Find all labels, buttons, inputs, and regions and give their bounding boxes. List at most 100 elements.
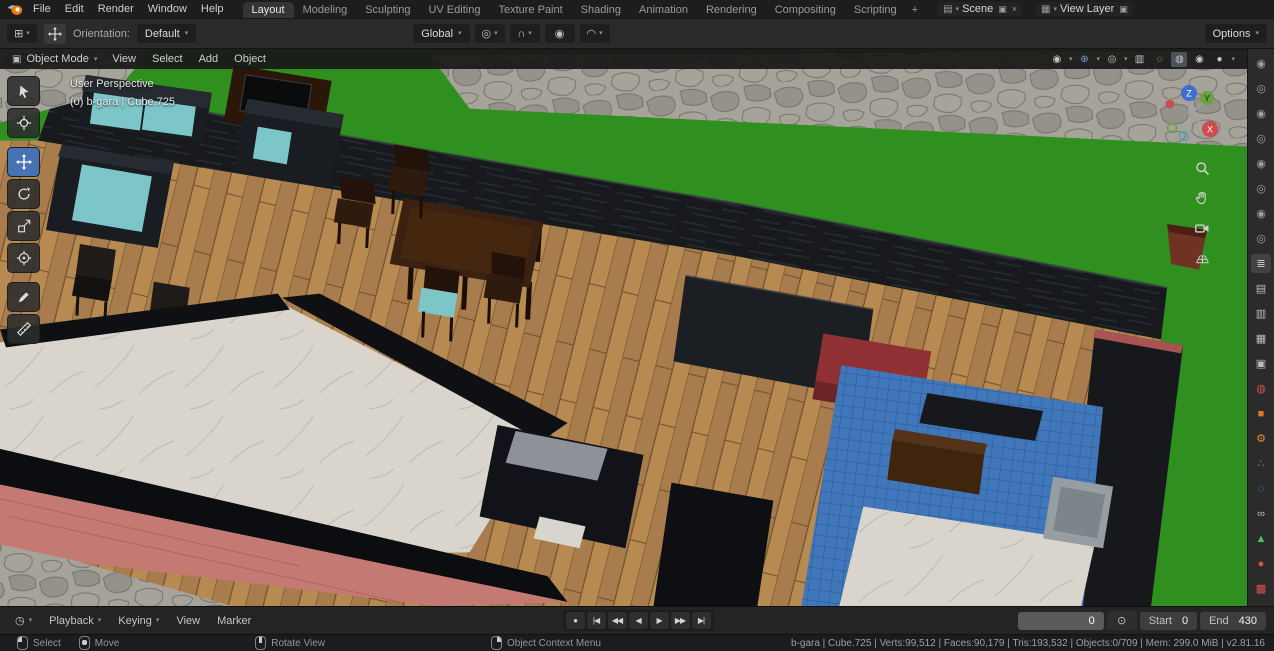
- tool-cursor-button[interactable]: [7, 108, 40, 138]
- view-layer-selector[interactable]: ▦ ▾ View Layer ▣: [1036, 2, 1133, 16]
- restrict-viewport-icon[interactable]: ◎: [1251, 79, 1271, 98]
- play-reverse-button[interactable]: ◀: [628, 612, 648, 629]
- tab-texture-paint[interactable]: Texture Paint: [489, 2, 571, 18]
- jump-to-end-button[interactable]: ▶|: [691, 612, 711, 629]
- properties-particles-icon[interactable]: ∴: [1251, 454, 1271, 473]
- menu-render[interactable]: Render: [91, 2, 141, 16]
- restrict-select-icon[interactable]: ◉: [1251, 104, 1271, 123]
- timeline-menu-view[interactable]: View: [169, 614, 207, 628]
- sofa-right[interactable]: [233, 98, 344, 189]
- show-gizmos-icon[interactable]: ⊕: [1076, 52, 1092, 67]
- tab-sculpting[interactable]: Sculpting: [356, 2, 419, 18]
- jump-to-prev-keyframe-button[interactable]: ◀◀: [607, 612, 627, 629]
- proportional-falloff-dropdown[interactable]: ◠ ▾: [579, 24, 610, 43]
- viewport-menu-select[interactable]: Select: [145, 52, 190, 66]
- properties-output-icon[interactable]: ▥: [1251, 304, 1271, 323]
- tab-compositing[interactable]: Compositing: [766, 2, 845, 18]
- pan-hand-icon[interactable]: [1191, 187, 1213, 209]
- play-button[interactable]: ▶: [649, 612, 669, 629]
- tab-modeling[interactable]: Modeling: [294, 2, 357, 18]
- filter-camera-icon[interactable]: ◎: [1251, 229, 1271, 248]
- shading-wireframe-icon[interactable]: ◌: [1151, 52, 1167, 67]
- tab-animation[interactable]: Animation: [630, 2, 697, 18]
- tool-annotate-button[interactable]: [7, 282, 40, 312]
- dark-cabinet[interactable]: [653, 482, 774, 606]
- view-layer-browse-dropdown-icon[interactable]: ▾: [1054, 6, 1058, 13]
- properties-modifiers-icon[interactable]: ⚙: [1251, 429, 1271, 448]
- properties-world-icon[interactable]: ◍: [1251, 379, 1271, 398]
- sofa-left[interactable]: [45, 144, 174, 248]
- filter-light-icon[interactable]: ◉: [1251, 204, 1271, 223]
- viewport-menu-object[interactable]: Object: [227, 52, 273, 66]
- jump-to-next-keyframe-button[interactable]: ▶▶: [670, 612, 690, 629]
- toggle-perspective-icon[interactable]: [1191, 247, 1213, 269]
- restrict-render-icon[interactable]: ◉: [1251, 54, 1271, 73]
- jump-to-start-button[interactable]: |◀: [586, 612, 606, 629]
- properties-constraints-icon[interactable]: ∞: [1251, 504, 1271, 523]
- editor-type-button[interactable]: ⊞ ▾: [7, 24, 37, 43]
- tab-layout[interactable]: Layout: [242, 2, 294, 18]
- shading-rendered-icon[interactable]: ●: [1211, 52, 1227, 67]
- orientation-dropdown[interactable]: Default ▾: [136, 24, 197, 43]
- add-workspace-button[interactable]: +: [906, 2, 924, 18]
- tab-rendering[interactable]: Rendering: [697, 2, 766, 18]
- properties-physics-icon[interactable]: ◌: [1251, 479, 1271, 498]
- show-overlays-icon[interactable]: ◎: [1104, 52, 1120, 67]
- properties-object-icon[interactable]: ■: [1251, 404, 1271, 423]
- timeline-menu-playback[interactable]: Playback ▾: [42, 614, 108, 628]
- snap-toggle-button[interactable]: ∩ ▾: [509, 24, 540, 43]
- tab-scripting[interactable]: Scripting: [845, 2, 906, 18]
- filter-collection-icon[interactable]: ◎: [1251, 129, 1271, 148]
- properties-tool-icon[interactable]: ≣: [1251, 254, 1271, 273]
- zoom-icon[interactable]: [1191, 157, 1213, 179]
- tool-transform-button[interactable]: [7, 243, 40, 273]
- menu-edit[interactable]: Edit: [58, 2, 91, 16]
- show-gizmos-dropdown-icon[interactable]: ▾: [1096, 56, 1100, 63]
- tool-scale-button[interactable]: [7, 211, 40, 241]
- scene-name[interactable]: Scene: [962, 3, 993, 15]
- pivot-point-dropdown[interactable]: ◎ ▾: [474, 24, 505, 43]
- timeline-menu-keying[interactable]: Keying ▾: [111, 614, 166, 628]
- camera-view-icon[interactable]: [1191, 217, 1213, 239]
- properties-object-data-icon[interactable]: ▲: [1251, 529, 1271, 548]
- frame-end-field[interactable]: End 430: [1200, 611, 1266, 630]
- properties-texture-icon[interactable]: ▩: [1251, 579, 1271, 598]
- properties-scene-icon[interactable]: ▣: [1251, 354, 1271, 373]
- tool-rotate-button[interactable]: [7, 179, 40, 209]
- timeline-menu-marker[interactable]: Marker: [210, 614, 258, 628]
- viewport-menu-add[interactable]: Add: [192, 52, 226, 66]
- filter-object-icon[interactable]: ◉: [1251, 154, 1271, 173]
- viewport-menu-view[interactable]: View: [105, 52, 143, 66]
- properties-render-icon[interactable]: ▤: [1251, 279, 1271, 298]
- properties-material-icon[interactable]: ●: [1251, 554, 1271, 573]
- transform-orientation-dropdown[interactable]: Global ▾: [413, 24, 470, 43]
- tool-measure-button[interactable]: [7, 314, 40, 344]
- object-type-visibility-icon[interactable]: ◉: [1049, 52, 1065, 67]
- scene-render[interactable]: [0, 49, 1247, 606]
- bathroom[interactable]: [801, 365, 1114, 606]
- menu-window[interactable]: Window: [141, 2, 194, 16]
- current-frame-field[interactable]: 0: [1017, 611, 1104, 630]
- object-type-visibility-dropdown-icon[interactable]: ▾: [1069, 56, 1073, 63]
- timeline-editor-type-button[interactable]: ◷ ▾: [8, 613, 39, 628]
- view-layer-name[interactable]: View Layer: [1060, 3, 1114, 15]
- show-overlays-dropdown-icon[interactable]: ▾: [1124, 56, 1128, 63]
- viewport-3d[interactable]: ▣ Object Mode ▾ View Select Add Object ◉…: [0, 49, 1247, 606]
- tool-move-button[interactable]: [7, 147, 40, 177]
- shading-material-icon[interactable]: ◉: [1191, 52, 1207, 67]
- frame-start-field[interactable]: Start 0: [1139, 611, 1198, 630]
- new-view-layer-icon[interactable]: ▣: [1119, 4, 1128, 15]
- unlink-scene-icon[interactable]: ×: [1012, 4, 1017, 14]
- navigation-gizmo[interactable]: Z Y X: [1157, 81, 1221, 150]
- auto-keying-button[interactable]: ●: [565, 612, 585, 629]
- properties-view-layer-icon[interactable]: ▦: [1251, 329, 1271, 348]
- scene-selector[interactable]: ▤ ▾ Scene ▣ ×: [938, 2, 1023, 16]
- shading-solid-icon[interactable]: ◍: [1171, 51, 1188, 67]
- menu-help[interactable]: Help: [194, 2, 231, 16]
- tool-select-box-button[interactable]: [7, 76, 40, 106]
- options-dropdown[interactable]: Options ▾: [1204, 24, 1267, 43]
- toggle-xray-icon[interactable]: ▥: [1131, 52, 1147, 67]
- proportional-editing-button[interactable]: ◉: [544, 24, 575, 43]
- mode-dropdown[interactable]: ▣ Object Mode ▾: [6, 52, 103, 66]
- shading-rendered-dropdown-icon[interactable]: ▾: [1231, 56, 1235, 63]
